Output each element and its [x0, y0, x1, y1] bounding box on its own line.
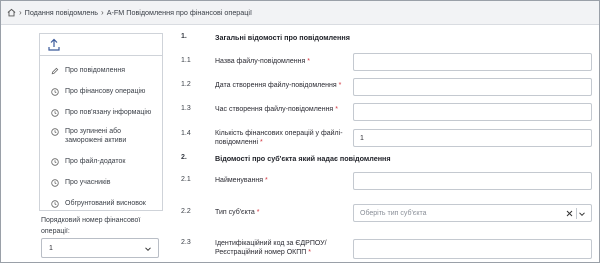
entity-type-placeholder: Оберіть тип суб'єкта	[360, 209, 427, 217]
clock-icon	[51, 127, 59, 136]
operations-count-input[interactable]: 1	[353, 129, 592, 147]
sidebar-nav: Про повідомлення Про фінансову операцію …	[40, 56, 162, 212]
chevron-down-icon[interactable]	[144, 245, 152, 253]
section-title: Відомості про суб'єкта який надає повідо…	[215, 154, 391, 163]
sidebar-item-frozen-assets[interactable]: Про зупинені або заморожені активи	[40, 125, 162, 149]
field-label: Час створення файлу-повідомлення *	[215, 106, 338, 113]
sidebar-item-label: Про повідомлення	[65, 67, 126, 74]
breadcrumb-link-submissions[interactable]: Подання повідомлень	[25, 8, 98, 17]
clock-icon	[51, 108, 59, 117]
sidebar-item-financial-operation[interactable]: Про фінансову операцію	[40, 83, 162, 100]
breadcrumb-separator: ›	[19, 8, 22, 17]
sidebar-item-about-notification[interactable]: Про повідомлення	[40, 62, 162, 79]
sidebar-item-conclusion[interactable]: Обгрунтований висновок	[40, 195, 162, 212]
pencil-icon	[51, 67, 59, 75]
field-label: Кількість фінансових операцій у файлі-по…	[215, 130, 343, 146]
entity-name-input[interactable]	[353, 172, 592, 190]
required-mark: *	[308, 249, 311, 256]
required-mark: *	[259, 139, 263, 146]
sidebar-item-participants[interactable]: Про учасників	[40, 174, 162, 191]
sequence-number-select[interactable]: 1	[41, 238, 159, 258]
field-label: Назва файлу-повідомлення *	[215, 58, 310, 65]
required-mark: *	[335, 106, 338, 113]
field-label: Ідентифікаційний код за ЄДРПОУ/ Реєстрац…	[215, 240, 327, 256]
home-icon[interactable]	[7, 8, 16, 17]
file-name-input[interactable]	[353, 53, 592, 71]
row-number: 1.4	[181, 130, 191, 137]
upload-icon[interactable]	[48, 38, 60, 51]
row-number: 1.1	[181, 57, 191, 64]
row-number: 2.2	[181, 208, 191, 215]
file-date-input[interactable]	[353, 78, 592, 96]
field-label: Найменування *	[215, 177, 268, 184]
row-number: 1.2	[181, 81, 191, 88]
edrpou-code-input[interactable]	[353, 239, 592, 259]
clock-icon	[51, 87, 59, 96]
section-number: 1.	[181, 33, 187, 40]
clock-icon	[51, 178, 59, 187]
required-mark: *	[256, 209, 260, 216]
breadcrumb-current: A-FM Повідомлення про фінансові операції	[106, 8, 253, 17]
chevron-down-icon[interactable]	[578, 210, 586, 218]
sequence-number-label: Порядковий номер фінансової операції:	[41, 217, 141, 235]
breadcrumb: › Подання повідомлень › A-FM Повідомленн…	[1, 1, 599, 25]
clock-icon	[51, 199, 59, 208]
entity-type-select[interactable]: Оберіть тип суб'єкта	[353, 204, 592, 222]
clock-icon	[51, 157, 59, 166]
sidebar-item-related-info[interactable]: Про пов'язану інформацію	[40, 104, 162, 121]
field-label: Тип суб'єкта *	[215, 209, 260, 216]
app-frame: › Подання повідомлень › A-FM Повідомленн…	[0, 0, 600, 263]
required-mark: *	[338, 82, 342, 89]
upload-area[interactable]	[40, 34, 162, 56]
sidebar-item-label: Про зупинені або заморожені активи	[65, 128, 127, 144]
sidebar-item-label: Про фінансову операцію	[65, 88, 146, 95]
clear-icon[interactable]	[566, 210, 573, 217]
sidebar-item-label: Про файл-додаток	[65, 158, 126, 165]
row-number: 2.1	[181, 176, 191, 183]
sequence-number-value: 1	[49, 244, 53, 252]
file-time-input[interactable]	[353, 103, 592, 121]
sidebar-item-label: Обгрунтований висновок	[65, 200, 146, 207]
select-divider	[576, 208, 577, 219]
required-mark: *	[264, 177, 268, 184]
sidebar: Про повідомлення Про фінансову операцію …	[39, 33, 163, 211]
row-number: 2.3	[181, 239, 191, 246]
section-title: Загальні відомості про повідомлення	[215, 33, 350, 42]
breadcrumb-separator: ›	[101, 8, 104, 17]
field-label: Дата створення файлу-повідомлення *	[215, 82, 342, 89]
sidebar-item-label: Про учасників	[65, 179, 111, 186]
sidebar-item-label: Про пов'язану інформацію	[65, 109, 152, 116]
sidebar-item-attachment[interactable]: Про файл-додаток	[40, 153, 162, 170]
section-number: 2.	[181, 154, 187, 161]
required-mark: *	[307, 58, 310, 65]
row-number: 1.3	[181, 105, 191, 112]
